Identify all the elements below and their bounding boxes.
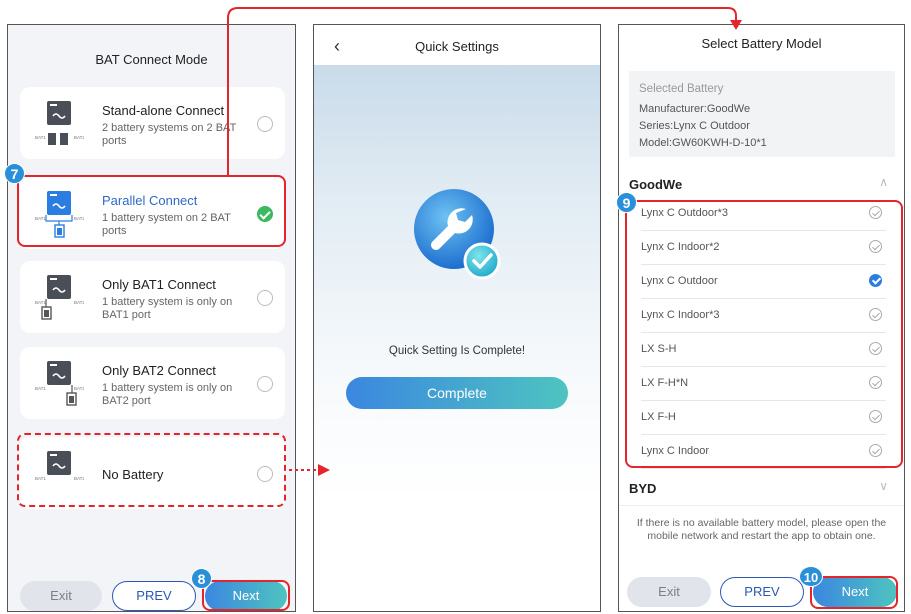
next-button-highlight [810,576,898,609]
step-9-badge: 9 [616,192,637,213]
no-battery-highlight [17,433,286,507]
next-button-highlight [202,580,290,611]
step-7-badge: 7 [4,163,25,184]
step-8-badge: 8 [191,568,212,589]
parallel-connect-highlight [17,175,286,247]
step-10-badge: 10 [799,566,823,587]
model-list-highlight [625,200,903,468]
